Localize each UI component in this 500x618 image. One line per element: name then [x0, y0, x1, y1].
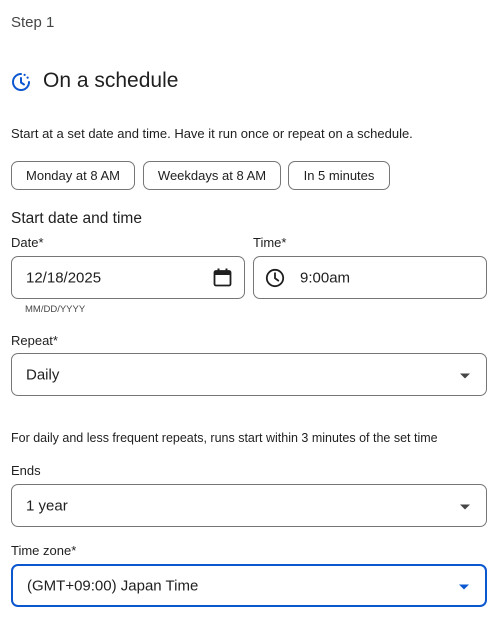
dropdown-arrow-icon [459, 584, 469, 589]
page-title: On a schedule [43, 69, 179, 92]
schedule-description: Start at a set date and time. Have it ru… [11, 126, 413, 141]
date-format-hint: MM/DD/YYYY [25, 304, 86, 315]
repeat-note: For daily and less frequent repeats, run… [11, 431, 438, 445]
start-date-time-heading: Start date and time [11, 210, 142, 227]
date-value: 12/18/2025 [26, 269, 102, 286]
timezone-label: Time zone* [11, 543, 77, 558]
repeat-value: Daily [26, 366, 60, 383]
ends-select[interactable]: 1 year [11, 484, 487, 527]
calendar-icon[interactable] [213, 268, 232, 287]
time-value: 9:00am [300, 269, 351, 286]
date-input[interactable]: 12/18/2025 [11, 256, 245, 299]
quick-option-weekdays-8am[interactable]: Weekdays at 8 AM [143, 161, 281, 190]
time-label: Time* [253, 235, 287, 250]
repeat-select[interactable]: Daily [11, 353, 487, 396]
date-label: Date* [11, 235, 44, 250]
quick-option-in-5-minutes[interactable]: In 5 minutes [288, 161, 390, 190]
ends-label: Ends [11, 463, 41, 478]
schedule-icon [12, 73, 30, 91]
time-input[interactable]: 9:00am [253, 256, 487, 299]
step-label: Step 1 [11, 14, 55, 31]
quick-option-monday-8am[interactable]: Monday at 8 AM [11, 161, 135, 190]
dropdown-arrow-icon [460, 373, 470, 378]
clock-icon [265, 268, 285, 288]
ends-value: 1 year [26, 497, 68, 514]
timezone-select[interactable]: (GMT+09:00) Japan Time [11, 564, 487, 607]
timezone-value: (GMT+09:00) Japan Time [27, 577, 199, 594]
repeat-label: Repeat* [11, 333, 58, 348]
dropdown-arrow-icon [460, 504, 470, 509]
